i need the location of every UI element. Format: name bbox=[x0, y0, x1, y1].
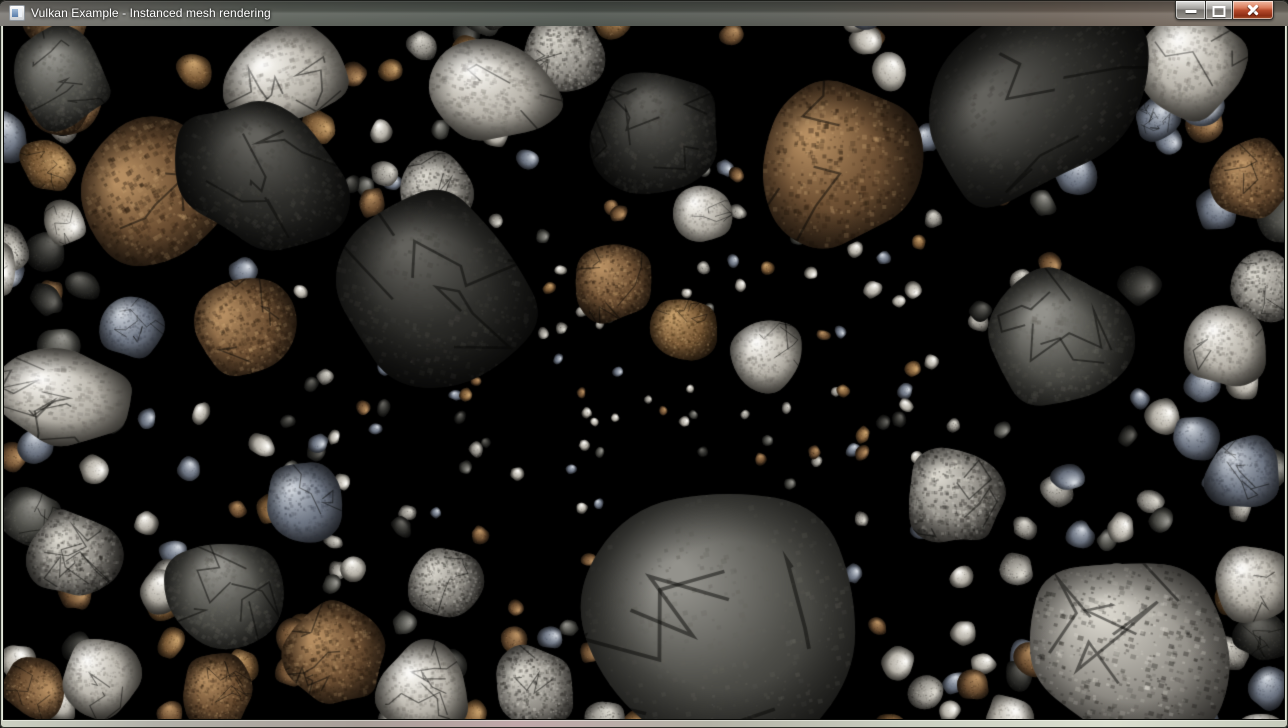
render-client-area bbox=[4, 26, 1284, 719]
window-controls bbox=[1175, 1, 1274, 20]
window-title: Vulkan Example - Instanced mesh renderin… bbox=[31, 0, 271, 26]
minimize-button[interactable] bbox=[1175, 1, 1206, 20]
render-viewport[interactable] bbox=[4, 26, 1284, 719]
window-titlebar[interactable]: Vulkan Example - Instanced mesh renderin… bbox=[0, 0, 1288, 26]
maximize-icon bbox=[1213, 6, 1226, 17]
maximize-button[interactable] bbox=[1205, 1, 1233, 20]
application-icon[interactable] bbox=[9, 5, 25, 21]
close-icon bbox=[1246, 3, 1260, 17]
app-window: Vulkan Example - Instanced mesh renderin… bbox=[0, 0, 1288, 728]
minimize-icon bbox=[1185, 10, 1196, 13]
close-button[interactable] bbox=[1232, 1, 1274, 20]
